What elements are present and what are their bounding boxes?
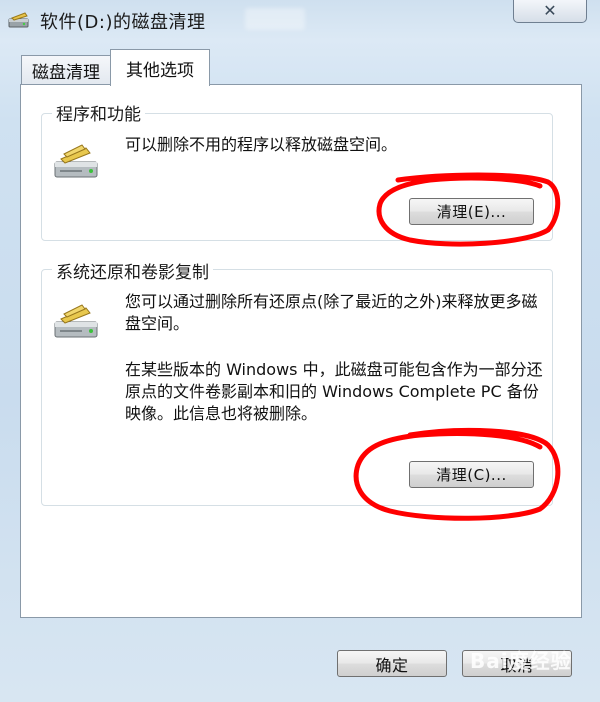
button-label: 清理(E)... xyxy=(436,203,507,221)
restore-version-note: 在某些版本的 Windows 中，此磁盘可能包含作为一部分还原点的文件卷影副本和… xyxy=(125,360,543,423)
ok-button[interactable]: 确定 xyxy=(337,650,447,677)
background-window-tab xyxy=(245,8,305,30)
title-bar[interactable]: 软件(D:)的磁盘清理 ✕ xyxy=(0,0,600,40)
tab-more-options[interactable]: 其他选项 xyxy=(110,49,210,86)
button-label: 清理(C)... xyxy=(436,466,507,484)
tab-disk-cleanup[interactable]: 磁盘清理 xyxy=(21,55,111,85)
watermark-logo: Bai度经验 xyxy=(470,649,572,673)
close-icon: ✕ xyxy=(543,1,557,20)
tab-label: 磁盘清理 xyxy=(32,63,100,83)
button-label: 确定 xyxy=(375,655,409,675)
programs-description: 可以删除不用的程序以释放磁盘空间。 xyxy=(125,135,398,154)
cleanup-programs-button[interactable]: 清理(E)... xyxy=(409,198,534,225)
cleanup-restore-points-button[interactable]: 清理(C)... xyxy=(409,461,534,488)
disk-cleanup-window: 软件(D:)的磁盘清理 ✕ 磁盘清理 其他选项 程序和功能 可以删除不用的程序以… xyxy=(0,0,600,702)
system-restore-group-title: 系统还原和卷影复制 xyxy=(52,258,213,283)
disk-cleanup-icon xyxy=(8,12,29,28)
window-title: 软件(D:)的磁盘清理 xyxy=(40,12,206,33)
hard-drive-icon xyxy=(54,144,98,178)
hard-drive-icon xyxy=(54,304,98,338)
restore-description: 您可以通过删除所有还原点(除了最近的之外)来释放更多磁盘空间。 xyxy=(125,292,538,333)
close-button[interactable]: ✕ xyxy=(513,0,587,23)
programs-group-title: 程序和功能 xyxy=(52,100,145,125)
tab-label: 其他选项 xyxy=(126,60,194,81)
